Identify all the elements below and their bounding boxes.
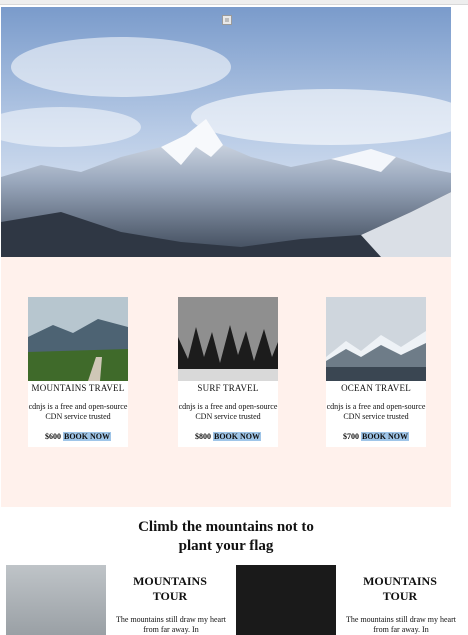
image-placeholder-icon bbox=[222, 15, 232, 25]
offer-image-ocean bbox=[326, 297, 426, 381]
hero-image bbox=[1, 7, 451, 257]
offer-price-row: $600 BOOK NOW bbox=[28, 432, 128, 441]
tour-title: MOUNTAINS TOUR bbox=[363, 574, 437, 603]
book-now-button[interactable]: BOOK NOW bbox=[212, 432, 261, 441]
mountain-hero-graphic bbox=[1, 7, 451, 257]
offer-description: cdnjs is a free and open-source CDN serv… bbox=[178, 402, 278, 421]
book-now-button[interactable]: BOOK NOW bbox=[62, 432, 111, 441]
book-now-button[interactable]: BOOK NOW bbox=[360, 432, 409, 441]
offer-image-surf bbox=[178, 297, 278, 381]
offer-price-row: $700 BOOK NOW bbox=[326, 432, 426, 441]
offer-title: MOUNTAINS TRAVEL bbox=[31, 383, 125, 393]
offer-title: OCEAN TRAVEL bbox=[341, 383, 411, 393]
offer-price-row: $800 BOOK NOW bbox=[178, 432, 278, 441]
top-bar bbox=[0, 0, 468, 5]
offer-image-mountains bbox=[28, 297, 128, 381]
offer-title: SURF TRAVEL bbox=[197, 383, 259, 393]
offer-description: cdnjs is a free and open-source CDN serv… bbox=[326, 402, 426, 421]
offer-price: $600 bbox=[44, 432, 61, 441]
offer-description: cdnjs is a free and open-source CDN serv… bbox=[28, 402, 128, 421]
tour-text: The mountains still draw my heart from f… bbox=[116, 615, 226, 634]
offer-price: $700 bbox=[342, 432, 359, 441]
offer-price: $800 bbox=[194, 432, 211, 441]
offers-section: MOUNTAINS TRAVEL cdnjs is a free and ope… bbox=[1, 257, 451, 507]
offer-card-mountains: MOUNTAINS TRAVEL cdnjs is a free and ope… bbox=[28, 297, 128, 447]
tour-image bbox=[6, 565, 106, 635]
offer-card-ocean: OCEAN TRAVEL cdnjs is a free and open-so… bbox=[326, 297, 426, 447]
tour-text: The mountains still draw my heart from f… bbox=[346, 615, 456, 634]
section-headline: Climb the mountains not to plant your fl… bbox=[138, 519, 314, 554]
offer-card-surf: SURF TRAVEL cdnjs is a free and open-sou… bbox=[178, 297, 278, 447]
tour-title: MOUNTAINS TOUR bbox=[133, 574, 207, 603]
tour-image bbox=[236, 565, 336, 635]
